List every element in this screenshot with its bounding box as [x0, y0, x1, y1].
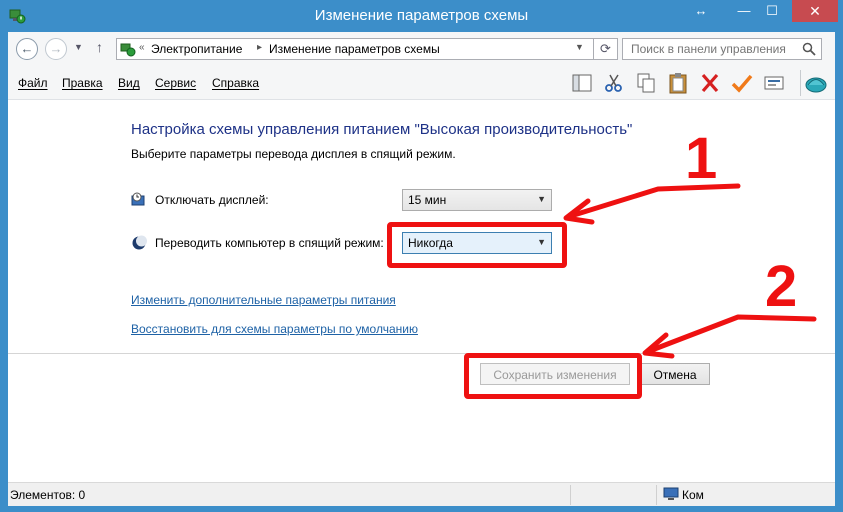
computer-icon: [663, 487, 679, 500]
status-separator: [656, 485, 657, 505]
computer-label: Ком: [682, 488, 704, 502]
items-count: Элементов: 0: [10, 488, 86, 502]
status-bar: Элементов: 0 Ком: [8, 482, 835, 506]
window: Изменение параметров схемы ↔ — ☐ ✕ ← → ▼…: [0, 0, 843, 512]
annotation-arrow-1: [563, 183, 741, 225]
annotation-arrows: [563, 183, 817, 359]
status-separator: [570, 485, 571, 505]
annotation-arrow-2: [642, 314, 817, 359]
